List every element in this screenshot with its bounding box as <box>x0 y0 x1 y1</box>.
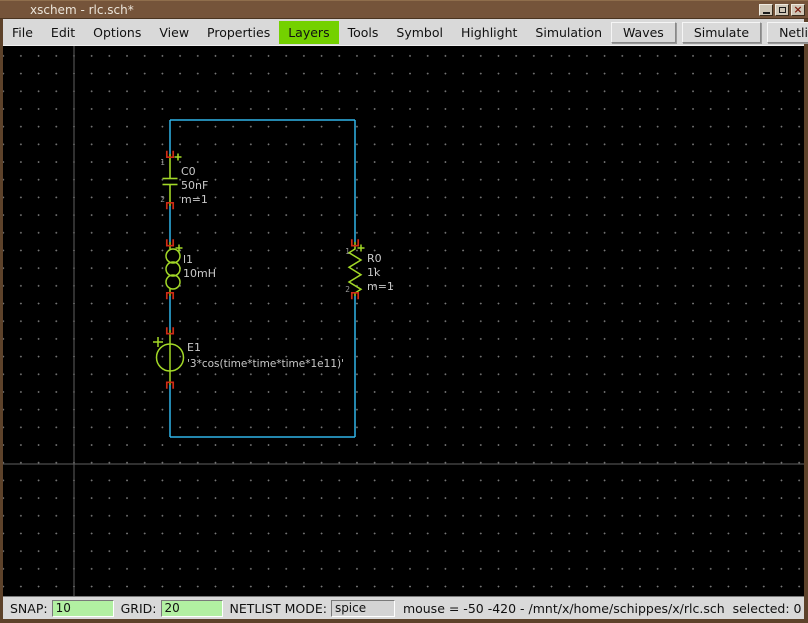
inductor-value-label: 10mH <box>183 267 216 280</box>
component-resistor[interactable]: 1 2 R0 1k m=1 <box>345 239 394 299</box>
inductor-coil-1 <box>166 249 180 263</box>
resistor-value-label: 1k <box>367 266 381 279</box>
component-voltage-source[interactable]: E1 '3*cos(time*time*time*1e11)' <box>153 327 344 388</box>
resistor-pin1-number: 1 <box>345 247 350 256</box>
window-controls: × <box>759 4 805 16</box>
statusbar: SNAP: GRID: NETLIST MODE: mouse = -50 -4… <box>3 596 804 619</box>
resistor-ref-label: R0 <box>367 252 382 265</box>
menu-tools[interactable]: Tools <box>339 21 388 44</box>
polarity-plus-icon <box>153 337 163 347</box>
polarity-plus-icon <box>175 154 182 161</box>
capacitor-value-label: 50nF <box>181 179 208 192</box>
component-inductor[interactable]: l1 10mH <box>166 239 216 299</box>
menu-view[interactable]: View <box>150 21 198 44</box>
menu-layers[interactable]: Layers <box>279 21 338 44</box>
close-icon: × <box>793 5 802 15</box>
snap-label: SNAP: <box>10 601 48 616</box>
minimize-button[interactable] <box>759 4 773 16</box>
capacitor-pin2-number: 2 <box>160 195 165 204</box>
minimize-icon <box>763 12 770 14</box>
netlist-mode-label: NETLIST MODE: <box>230 601 327 616</box>
resistor-mult-label: m=1 <box>367 280 394 293</box>
origin-axes <box>3 46 804 596</box>
menu-options[interactable]: Options <box>84 21 150 44</box>
waves-button[interactable]: Waves <box>611 22 676 43</box>
schematic-canvas[interactable]: 1 2 C0 50nF m=1 <box>3 46 804 596</box>
menu-symbol[interactable]: Symbol <box>387 21 452 44</box>
snap-input[interactable] <box>52 600 114 617</box>
component-capacitor[interactable]: 1 2 C0 50nF m=1 <box>160 151 208 209</box>
inductor-coil-3 <box>166 275 180 289</box>
mouse-status-text: mouse = -50 -420 - /mnt/x/home/schippes/… <box>403 601 802 616</box>
menubar: File Edit Options View Properties Layers… <box>3 19 804 46</box>
capacitor-ref-label: C0 <box>181 165 196 178</box>
menu-file[interactable]: File <box>3 21 42 44</box>
menu-edit[interactable]: Edit <box>42 21 84 44</box>
maximize-button[interactable] <box>775 4 789 16</box>
schematic-drawing: 1 2 C0 50nF m=1 <box>3 46 804 596</box>
inductor-ref-label: l1 <box>183 253 193 266</box>
resistor-zigzag <box>349 242 361 296</box>
capacitor-mult-label: m=1 <box>181 193 208 206</box>
menu-simulation[interactable]: Simulation <box>526 21 611 44</box>
close-button[interactable]: × <box>791 4 805 16</box>
resistor-pin2-number: 2 <box>345 285 350 294</box>
titlebar[interactable]: xschem - rlc.sch* × <box>0 0 808 19</box>
capacitor-pin1-number: 1 <box>160 158 165 167</box>
grid-input[interactable] <box>161 600 223 617</box>
source-value-label: '3*cos(time*time*time*1e11)' <box>187 358 344 370</box>
xschem-window: xschem - rlc.sch* × File Edit Options Vi… <box>0 0 808 623</box>
menu-highlight[interactable]: Highlight <box>452 21 526 44</box>
maximize-icon <box>779 7 786 13</box>
inductor-coil-2 <box>166 262 180 276</box>
simulate-button[interactable]: Simulate <box>682 22 761 43</box>
grid-label: GRID: <box>121 601 157 616</box>
netlist-mode-input[interactable] <box>331 600 395 617</box>
menu-properties[interactable]: Properties <box>198 21 279 44</box>
window-title: xschem - rlc.sch* <box>30 3 134 17</box>
netlist-button[interactable]: Netlist <box>767 22 808 43</box>
source-ref-label: E1 <box>187 341 201 354</box>
